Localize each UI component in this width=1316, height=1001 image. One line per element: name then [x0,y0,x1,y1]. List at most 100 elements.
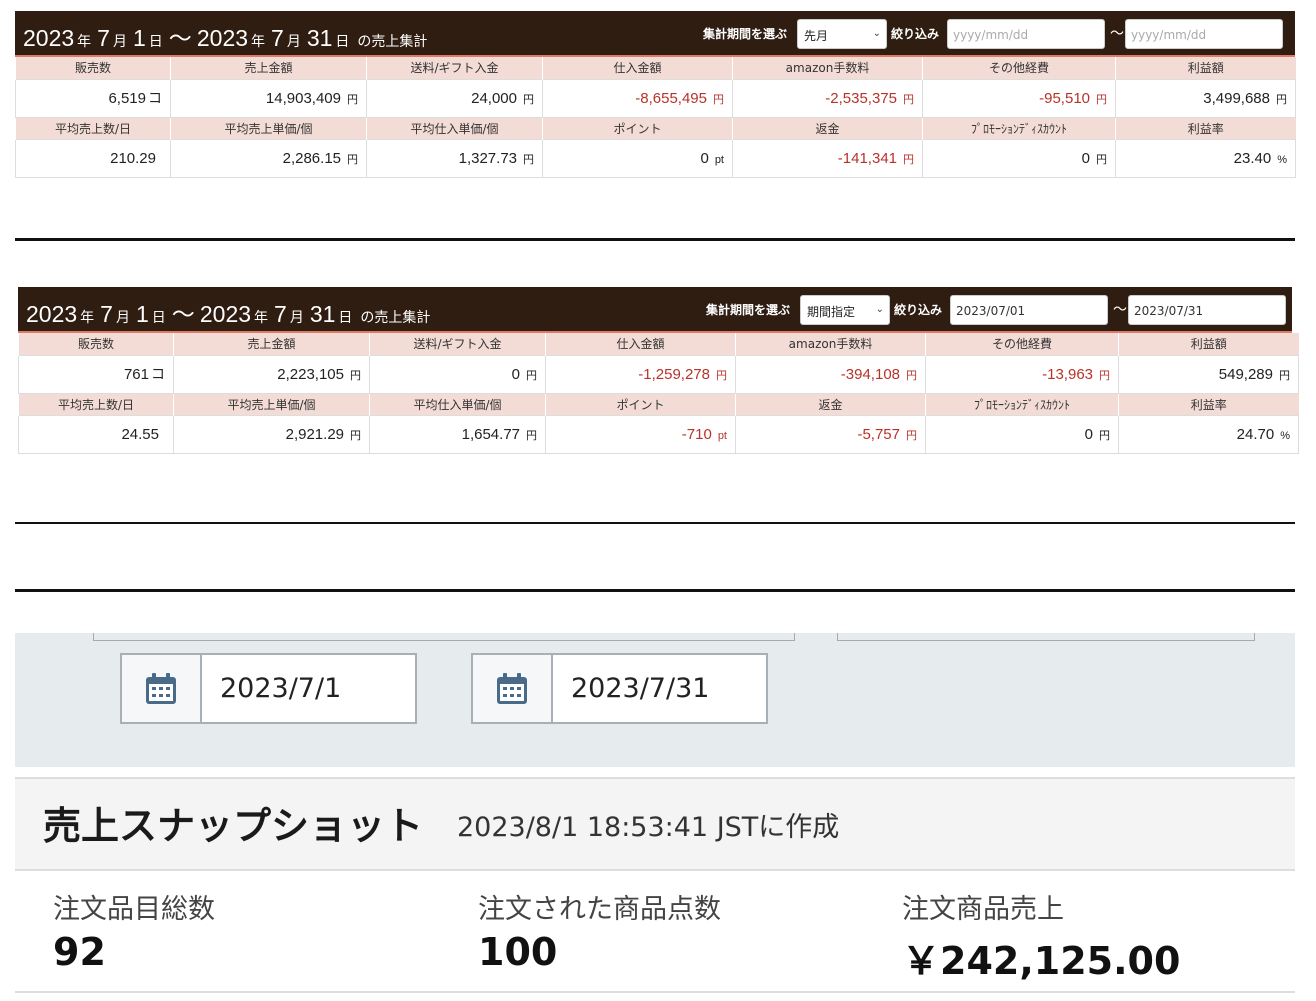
column-header: 利益額 [1115,57,1296,79]
end-date-picker[interactable]: 2023/7/31 [471,653,768,724]
title-separator: ～ [171,301,195,327]
title-day-end: 31 [306,25,333,51]
column-header: その他経費 [925,333,1119,355]
title-day-end: 31 [309,301,336,327]
stat-value: 0 [511,365,520,383]
stat-unit: 円 [1099,429,1110,442]
snapshot-title: 売上スナップショット [43,804,424,848]
metric-label: 注文商品売上 [902,894,1064,925]
column-header: 平均売上数/日 [15,117,171,139]
stat-unit: 円 [523,93,534,106]
dropdown-stub-left [93,633,795,641]
title-year-start: 2023 [26,301,78,327]
column-header: 利益率 [1115,117,1296,139]
column-header: 返金 [735,393,926,415]
title-separator: ～ [168,25,192,51]
date-from-input[interactable]: yyyy/mm/dd [947,19,1105,49]
stat-value: 0 [1081,149,1090,167]
title-year-end: 2023 [199,301,252,327]
column-header: ポイント [545,393,736,415]
start-date-picker[interactable]: 2023/7/1 [120,653,417,724]
stat-value: 24.55 [121,425,159,443]
date-to-input[interactable]: 2023/07/31 [1128,295,1286,325]
stat-value: 3,499,688 [1203,89,1270,107]
metric-value: 100 [478,930,558,974]
stat-value: 0 [700,149,709,167]
stat-value: 2,921.29 [285,425,344,443]
calendar-icon[interactable] [473,655,553,722]
title-suffix: の売上集計 [360,310,431,326]
column-header: 送料/ギフト入金 [366,57,543,79]
column-header: 仕入金額 [545,333,736,355]
stat-cell: 210.29 [15,138,171,178]
column-header: 平均売上単価/個 [170,117,367,139]
start-date-value[interactable]: 2023/7/1 [202,655,415,722]
stat-value: 24,000 [471,89,517,107]
column-header: 仕入金額 [542,57,733,79]
stat-value: 24.70 [1236,425,1275,443]
filter-label: 絞り込み [894,303,943,317]
divider-1 [15,238,1295,241]
stat-value: 210.29 [110,149,156,167]
stat-value: -2,535,375 [825,89,897,107]
period-select-value: 先月 [804,29,829,43]
column-header: 利益額 [1118,333,1299,355]
calendar-icon[interactable] [122,655,202,722]
stat-unit: 円 [523,153,534,166]
stat-unit: pt [717,429,727,442]
stat-unit: 円 [1099,369,1110,382]
column-header: 平均仕入単価/個 [369,393,546,415]
stat-cell: -394,108 円 [735,354,926,394]
stat-value: -95,510 [1039,89,1090,107]
column-header: 平均売上数/日 [18,393,174,415]
title-month-end: 7 [271,25,284,51]
stat-value: -5,757 [857,425,900,443]
stat-cell: 3,499,688 円 [1115,78,1296,118]
date-to-input[interactable]: yyyy/mm/dd [1125,19,1283,49]
end-date-value[interactable]: 2023/7/31 [553,655,766,722]
column-header: 平均仕入単価/個 [366,117,543,139]
stat-value: 14,903,409 [265,89,341,107]
period-select[interactable]: 期間指定 ⌄ [800,295,890,325]
period-select[interactable]: 先月 ⌄ [797,19,887,49]
title-month-end: 7 [274,301,287,327]
stat-unit: % [1280,429,1290,442]
column-header: ﾌﾟﾛﾓｰｼｮﾝﾃﾞｨｽｶｳﾝﾄ [922,117,1116,139]
stat-unit: 円 [906,369,917,382]
divider-3 [15,589,1295,592]
stat-value: -1,259,278 [638,365,710,383]
stat-unit: 円 [1276,93,1287,106]
metric-units-ordered: 注文された商品点数 100 [478,887,721,974]
title-unit: 日 [338,310,353,326]
title-year-end: 2023 [196,25,249,51]
column-header: 売上金額 [170,57,367,79]
stat-cell: 24.70% [1118,414,1299,454]
metric-value: ￥242,125.00 [902,939,1181,983]
stat-cell: 0円 [369,354,546,394]
dropdown-stub-right [837,633,1255,641]
value-row: 6,519 コ 14,903,409 円 24,000 円 -8,655,495 円 -2,53… [15,78,1296,118]
stat-value: 1,654.77 [461,425,520,443]
column-header: 売上金額 [173,333,370,355]
stat-value: -8,655,495 [635,89,707,107]
metric-value: 92 [53,930,106,974]
stat-cell: 1,327.73 円 [366,138,543,178]
stat-cell: -2,535,375 円 [732,78,923,118]
date-from-input[interactable]: 2023/07/01 [950,295,1108,325]
period-label: 集計期間を選ぶ [703,27,788,41]
column-header: 利益率 [1118,393,1299,415]
stat-unit: 円 [906,429,917,442]
metric-label: 注文された商品点数 [478,894,721,925]
header-row: 販売数 売上金額 送料/ギフト入金 仕入金額 amazon手数料 その他経費 利益額 [15,57,1296,79]
stat-cell: -5,757 円 [735,414,926,454]
snapshot-header: 売上スナップショット 2023/8/1 18:53:41 JSTに作成 [15,777,1295,871]
stat-cell: 2,223,105 円 [173,354,370,394]
stat-cell: 14,903,409 円 [170,78,367,118]
column-header: ﾌﾟﾛﾓｰｼｮﾝﾃﾞｨｽｶｳﾝﾄ [925,393,1119,415]
title-day-start: 1 [132,25,146,51]
title-unit: 月 [115,310,130,326]
column-header: ポイント [542,117,733,139]
title-unit: 日 [151,310,166,326]
stat-value: 1,327.73 [458,149,517,167]
stat-cell: -141,341 円 [732,138,923,178]
